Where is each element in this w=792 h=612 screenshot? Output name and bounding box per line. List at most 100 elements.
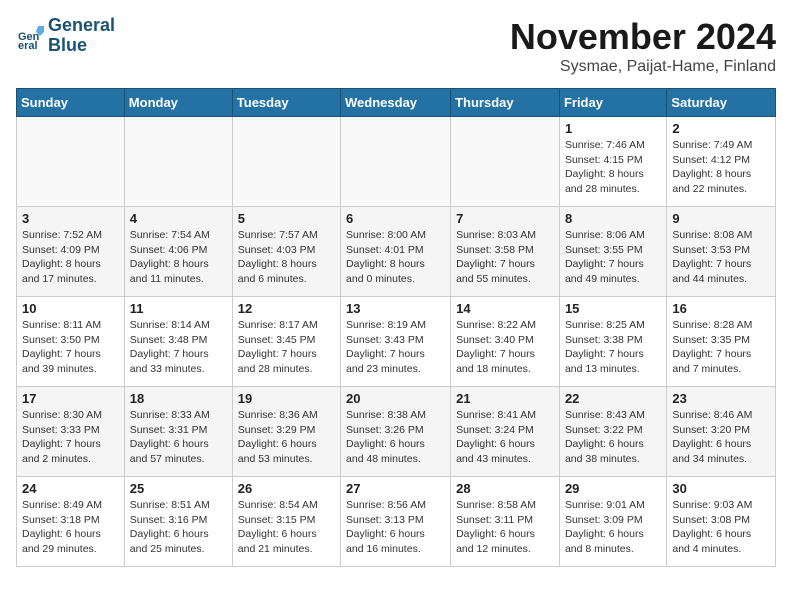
day-info: Sunrise: 8:49 AM Sunset: 3:18 PM Dayligh… [22,498,119,557]
day-info: Sunrise: 8:14 AM Sunset: 3:48 PM Dayligh… [130,318,227,377]
day-number: 27 [346,481,445,496]
day-number: 2 [672,121,770,136]
day-cell: 11 Sunrise: 8:14 AM Sunset: 3:48 PM Dayli… [124,297,232,387]
header-cell-friday: Friday [559,89,666,117]
calendar-table: SundayMondayTuesdayWednesdayThursdayFrid… [16,88,776,567]
day-cell: 7Sunrise: 8:03 AM Sunset: 3:58 PM Daylig… [451,207,560,297]
day-info: Sunrise: 8:28 AM Sunset: 3:35 PM Dayligh… [672,318,770,377]
day-info: Sunrise: 8:06 AM Sunset: 3:55 PM Dayligh… [565,228,661,287]
day-number: 6 [346,211,445,226]
day-cell: 15 Sunrise: 8:25 AM Sunset: 3:38 PM Dayli… [559,297,666,387]
day-cell [451,117,560,207]
day-number: 20 [346,391,445,406]
day-cell: 3 Sunrise: 7:52 AM Sunset: 4:09 PM Daylig… [17,207,125,297]
day-cell: 13Sunrise: 8:19 AM Sunset: 3:43 PM Dayli… [341,297,451,387]
day-info: Sunrise: 8:36 AM Sunset: 3:29 PM Dayligh… [238,408,335,467]
day-cell: 6 Sunrise: 8:00 AM Sunset: 4:01 PM Daylig… [341,207,451,297]
day-cell: 2 Sunrise: 7:49 AM Sunset: 4:12 PM Daylig… [667,117,776,207]
day-info: Sunrise: 8:11 AM Sunset: 3:50 PM Dayligh… [22,318,119,377]
day-info: Sunrise: 7:52 AM Sunset: 4:09 PM Dayligh… [22,228,119,287]
day-info: Sunrise: 8:43 AM Sunset: 3:22 PM Dayligh… [565,408,661,467]
day-number: 17 [22,391,119,406]
header-cell-saturday: Saturday [667,89,776,117]
day-number: 10 [22,301,119,316]
day-info: Sunrise: 8:00 AM Sunset: 4:01 PM Dayligh… [346,228,445,287]
week-row-2: 10 Sunrise: 8:11 AM Sunset: 3:50 PM Dayli… [17,297,776,387]
day-info: Sunrise: 9:03 AM Sunset: 3:08 PM Dayligh… [672,498,770,557]
day-number: 14 [456,301,554,316]
day-cell [341,117,451,207]
day-number: 11 [130,301,227,316]
title-area: November 2024 Sysmae, Paijat-Hame, Finla… [510,16,776,76]
day-cell [124,117,232,207]
day-cell: 21 Sunrise: 8:41 AM Sunset: 3:24 PM Dayli… [451,387,560,477]
header-cell-wednesday: Wednesday [341,89,451,117]
day-number: 22 [565,391,661,406]
day-cell: 28Sunrise: 8:58 AM Sunset: 3:11 PM Dayli… [451,477,560,567]
header-cell-sunday: Sunday [17,89,125,117]
day-cell: 26 Sunrise: 8:54 AM Sunset: 3:15 PM Dayli… [232,477,340,567]
day-info: Sunrise: 8:33 AM Sunset: 3:31 PM Dayligh… [130,408,227,467]
day-cell: 29Sunrise: 9:01 AM Sunset: 3:09 PM Dayli… [559,477,666,567]
logo-icon: Gen eral [16,22,44,50]
week-row-4: 24 Sunrise: 8:49 AM Sunset: 3:18 PM Dayli… [17,477,776,567]
day-info: Sunrise: 8:03 AM Sunset: 3:58 PM Dayligh… [456,228,554,287]
day-cell: 16 Sunrise: 8:28 AM Sunset: 3:35 PM Dayli… [667,297,776,387]
day-cell: 27Sunrise: 8:56 AM Sunset: 3:13 PM Dayli… [341,477,451,567]
day-cell: 17 Sunrise: 8:30 AM Sunset: 3:33 PM Dayli… [17,387,125,477]
day-info: Sunrise: 8:08 AM Sunset: 3:53 PM Dayligh… [672,228,770,287]
logo: Gen eral General Blue [16,16,115,56]
day-info: Sunrise: 7:54 AM Sunset: 4:06 PM Dayligh… [130,228,227,287]
day-info: Sunrise: 8:54 AM Sunset: 3:15 PM Dayligh… [238,498,335,557]
day-number: 23 [672,391,770,406]
day-cell: 20Sunrise: 8:38 AM Sunset: 3:26 PM Dayli… [341,387,451,477]
day-cell [232,117,340,207]
subtitle: Sysmae, Paijat-Hame, Finland [510,58,776,76]
day-info: Sunrise: 8:22 AM Sunset: 3:40 PM Dayligh… [456,318,554,377]
week-row-1: 3 Sunrise: 7:52 AM Sunset: 4:09 PM Daylig… [17,207,776,297]
day-info: Sunrise: 7:49 AM Sunset: 4:12 PM Dayligh… [672,138,770,197]
day-number: 16 [672,301,770,316]
day-cell: 30 Sunrise: 9:03 AM Sunset: 3:08 PM Dayli… [667,477,776,567]
day-cell: 10 Sunrise: 8:11 AM Sunset: 3:50 PM Dayli… [17,297,125,387]
day-number: 13 [346,301,445,316]
day-info: Sunrise: 8:41 AM Sunset: 3:24 PM Dayligh… [456,408,554,467]
day-info: Sunrise: 8:17 AM Sunset: 3:45 PM Dayligh… [238,318,335,377]
day-number: 19 [238,391,335,406]
day-info: Sunrise: 8:58 AM Sunset: 3:11 PM Dayligh… [456,498,554,557]
day-cell: 9 Sunrise: 8:08 AM Sunset: 3:53 PM Daylig… [667,207,776,297]
day-number: 3 [22,211,119,226]
svg-text:eral: eral [18,40,38,50]
day-cell: 22 Sunrise: 8:43 AM Sunset: 3:22 PM Dayli… [559,387,666,477]
day-cell: 25Sunrise: 8:51 AM Sunset: 3:16 PM Dayli… [124,477,232,567]
header-row: SundayMondayTuesdayWednesdayThursdayFrid… [17,89,776,117]
logo-text: General Blue [48,16,115,56]
day-number: 21 [456,391,554,406]
week-row-3: 17 Sunrise: 8:30 AM Sunset: 3:33 PM Dayli… [17,387,776,477]
day-cell: 19 Sunrise: 8:36 AM Sunset: 3:29 PM Dayli… [232,387,340,477]
calendar-header: SundayMondayTuesdayWednesdayThursdayFrid… [17,89,776,117]
day-number: 4 [130,211,227,226]
day-number: 9 [672,211,770,226]
header: Gen eral General Blue November 2024 Sysm… [16,16,776,76]
week-row-0: 1Sunrise: 7:46 AM Sunset: 4:15 PM Daylig… [17,117,776,207]
day-cell: 12 Sunrise: 8:17 AM Sunset: 3:45 PM Dayli… [232,297,340,387]
header-cell-thursday: Thursday [451,89,560,117]
day-info: Sunrise: 7:46 AM Sunset: 4:15 PM Dayligh… [565,138,661,197]
day-number: 26 [238,481,335,496]
day-number: 30 [672,481,770,496]
day-number: 12 [238,301,335,316]
day-number: 5 [238,211,335,226]
day-cell: 24 Sunrise: 8:49 AM Sunset: 3:18 PM Dayli… [17,477,125,567]
day-cell: 18Sunrise: 8:33 AM Sunset: 3:31 PM Dayli… [124,387,232,477]
header-cell-tuesday: Tuesday [232,89,340,117]
day-info: Sunrise: 8:30 AM Sunset: 3:33 PM Dayligh… [22,408,119,467]
day-cell: 4 Sunrise: 7:54 AM Sunset: 4:06 PM Daylig… [124,207,232,297]
day-info: Sunrise: 8:25 AM Sunset: 3:38 PM Dayligh… [565,318,661,377]
month-title: November 2024 [510,16,776,58]
day-cell [17,117,125,207]
day-number: 15 [565,301,661,316]
day-cell: 23Sunrise: 8:46 AM Sunset: 3:20 PM Dayli… [667,387,776,477]
header-cell-monday: Monday [124,89,232,117]
day-number: 24 [22,481,119,496]
